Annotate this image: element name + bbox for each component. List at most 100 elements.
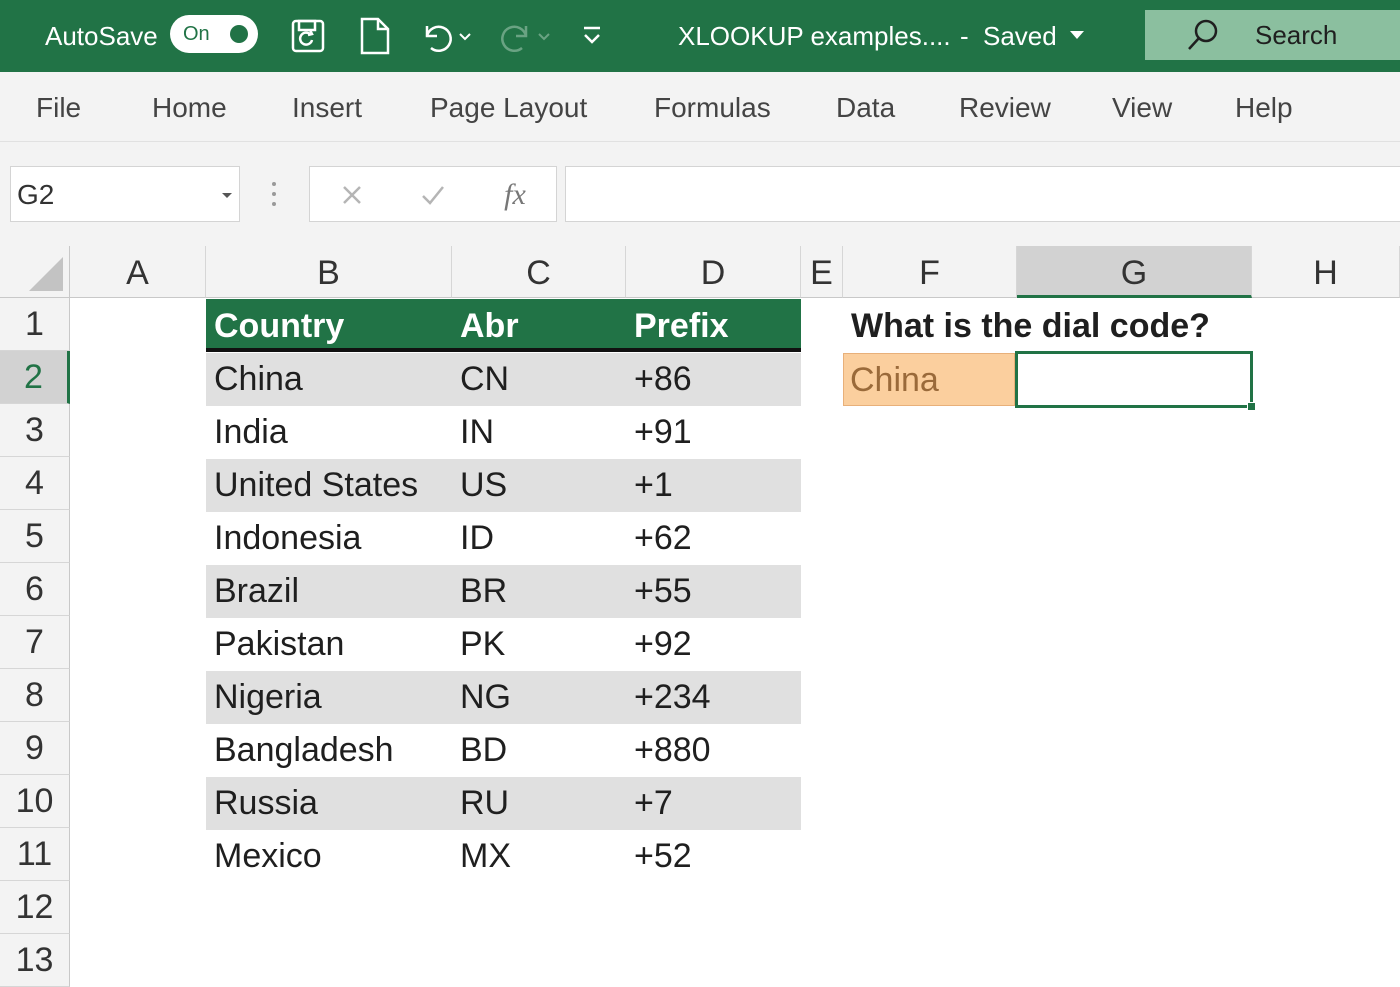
cell-country[interactable]: India <box>206 406 288 459</box>
cell-abr[interactable]: CN <box>452 353 509 406</box>
active-cell-g2[interactable] <box>1015 351 1256 411</box>
redo-dropdown-icon <box>534 14 558 58</box>
cell-prefix[interactable]: +880 <box>626 724 711 777</box>
lookup-input-cell[interactable]: China <box>843 353 1015 406</box>
cell-abr[interactable]: BD <box>452 724 507 777</box>
insert-function-icon[interactable]: fx <box>495 175 535 215</box>
search-label: Search <box>1255 20 1338 50</box>
search-icon <box>1185 18 1221 54</box>
row-header-6[interactable]: 6 <box>0 563 70 616</box>
tab-formulas[interactable]: Formulas <box>654 72 771 144</box>
cell-prefix[interactable]: +234 <box>626 671 711 724</box>
column-header-d[interactable]: D <box>626 246 801 298</box>
autosave-label: AutoSave <box>45 21 158 51</box>
row-header-1[interactable]: 1 <box>0 298 70 351</box>
tab-help[interactable]: Help <box>1235 72 1293 144</box>
cell-abr[interactable]: BR <box>452 565 507 618</box>
formula-input[interactable] <box>565 166 1400 222</box>
cell-prefix[interactable]: +62 <box>626 512 692 565</box>
header-abr[interactable]: Abr <box>452 300 519 353</box>
tab-page-layout[interactable]: Page Layout <box>430 72 587 144</box>
title-bar: AutoSave On XLOOKUP examples.... - Saved… <box>0 0 1400 72</box>
document-title[interactable]: XLOOKUP examples.... <box>678 0 951 72</box>
row-header-10[interactable]: 10 <box>0 775 70 828</box>
row-header-9[interactable]: 9 <box>0 722 70 775</box>
cell-prefix[interactable]: +7 <box>626 777 673 830</box>
chevron-down-icon[interactable] <box>1068 26 1086 44</box>
row-header-3[interactable]: 3 <box>0 404 70 457</box>
chevron-down-icon[interactable] <box>219 187 235 203</box>
new-file-icon[interactable] <box>353 14 397 58</box>
tab-view[interactable]: View <box>1112 72 1172 144</box>
tab-insert[interactable]: Insert <box>292 72 362 144</box>
save-status[interactable]: Saved <box>983 0 1057 72</box>
cell-abr[interactable]: ID <box>452 512 494 565</box>
column-header-a[interactable]: A <box>70 246 206 298</box>
resize-handle-icon[interactable] <box>266 178 282 210</box>
cell-country[interactable]: United States <box>206 459 418 512</box>
autosave-state: On <box>183 23 210 45</box>
formula-bar-area: G2 fx <box>0 142 1400 246</box>
tab-data[interactable]: Data <box>836 72 895 144</box>
header-prefix[interactable]: Prefix <box>626 300 729 353</box>
header-country[interactable]: Country <box>206 300 344 353</box>
cancel-icon[interactable] <box>332 175 372 215</box>
column-header-f[interactable]: F <box>843 246 1017 298</box>
row-header-12[interactable]: 12 <box>0 881 70 934</box>
select-all-button[interactable] <box>0 246 70 298</box>
column-header-c[interactable]: C <box>452 246 626 298</box>
title-separator: - <box>960 21 969 51</box>
cell-country[interactable]: Brazil <box>206 565 299 618</box>
search-box[interactable]: Search <box>1145 10 1400 60</box>
row-header-7[interactable]: 7 <box>0 616 70 669</box>
name-box-value: G2 <box>17 179 55 210</box>
cell-country[interactable]: China <box>206 353 303 406</box>
question-label[interactable]: What is the dial code? <box>843 300 1210 353</box>
lookup-input-value: China <box>850 361 939 399</box>
column-header-g[interactable]: G <box>1017 246 1252 298</box>
cell-prefix[interactable]: +52 <box>626 830 692 883</box>
row-header-11[interactable]: 11 <box>0 828 70 881</box>
undo-dropdown-icon[interactable] <box>455 14 479 58</box>
cell-prefix[interactable]: +55 <box>626 565 692 618</box>
column-header-b[interactable]: B <box>206 246 452 298</box>
cell-abr[interactable]: RU <box>452 777 509 830</box>
redo-icon <box>494 14 538 58</box>
cell-abr[interactable]: IN <box>452 406 494 459</box>
name-box[interactable]: G2 <box>10 166 240 222</box>
cell-country[interactable]: Bangladesh <box>206 724 394 777</box>
cell-country[interactable]: Pakistan <box>206 618 344 671</box>
ribbon-tabs: File Home Insert Page Layout Formulas Da… <box>0 72 1400 142</box>
select-all-triangle-icon <box>29 257 63 291</box>
cell-abr[interactable]: US <box>452 459 507 512</box>
toggle-knob <box>230 25 248 43</box>
cell-country[interactable]: Nigeria <box>206 671 322 724</box>
cell-prefix[interactable]: +91 <box>626 406 692 459</box>
formula-buttons: fx <box>309 166 557 222</box>
cell-prefix[interactable]: +92 <box>626 618 692 671</box>
tab-file[interactable]: File <box>36 72 81 144</box>
row-header-8[interactable]: 8 <box>0 669 70 722</box>
undo-icon[interactable] <box>415 14 459 58</box>
cell-country[interactable]: Mexico <box>206 830 322 883</box>
column-header-e[interactable]: E <box>801 246 843 298</box>
save-icon[interactable] <box>288 14 332 58</box>
row-header-4[interactable]: 4 <box>0 457 70 510</box>
cell-prefix[interactable]: +1 <box>626 459 673 512</box>
cell-prefix[interactable]: +86 <box>626 353 692 406</box>
row-header-5[interactable]: 5 <box>0 510 70 563</box>
autosave-toggle[interactable]: On <box>170 15 258 53</box>
cell-abr[interactable]: PK <box>452 618 505 671</box>
tab-home[interactable]: Home <box>152 72 227 144</box>
cell-abr[interactable]: MX <box>452 830 511 883</box>
tab-review[interactable]: Review <box>959 72 1051 144</box>
confirm-icon[interactable] <box>413 175 453 215</box>
cell-abr[interactable]: NG <box>452 671 511 724</box>
cell-country[interactable]: Russia <box>206 777 318 830</box>
fill-handle[interactable] <box>1247 402 1256 411</box>
row-header-13[interactable]: 13 <box>0 934 70 987</box>
row-header-2[interactable]: 2 <box>0 351 70 404</box>
cell-country[interactable]: Indonesia <box>206 512 361 565</box>
column-header-h[interactable]: H <box>1252 246 1400 298</box>
customize-toolbar-icon[interactable] <box>578 14 606 58</box>
